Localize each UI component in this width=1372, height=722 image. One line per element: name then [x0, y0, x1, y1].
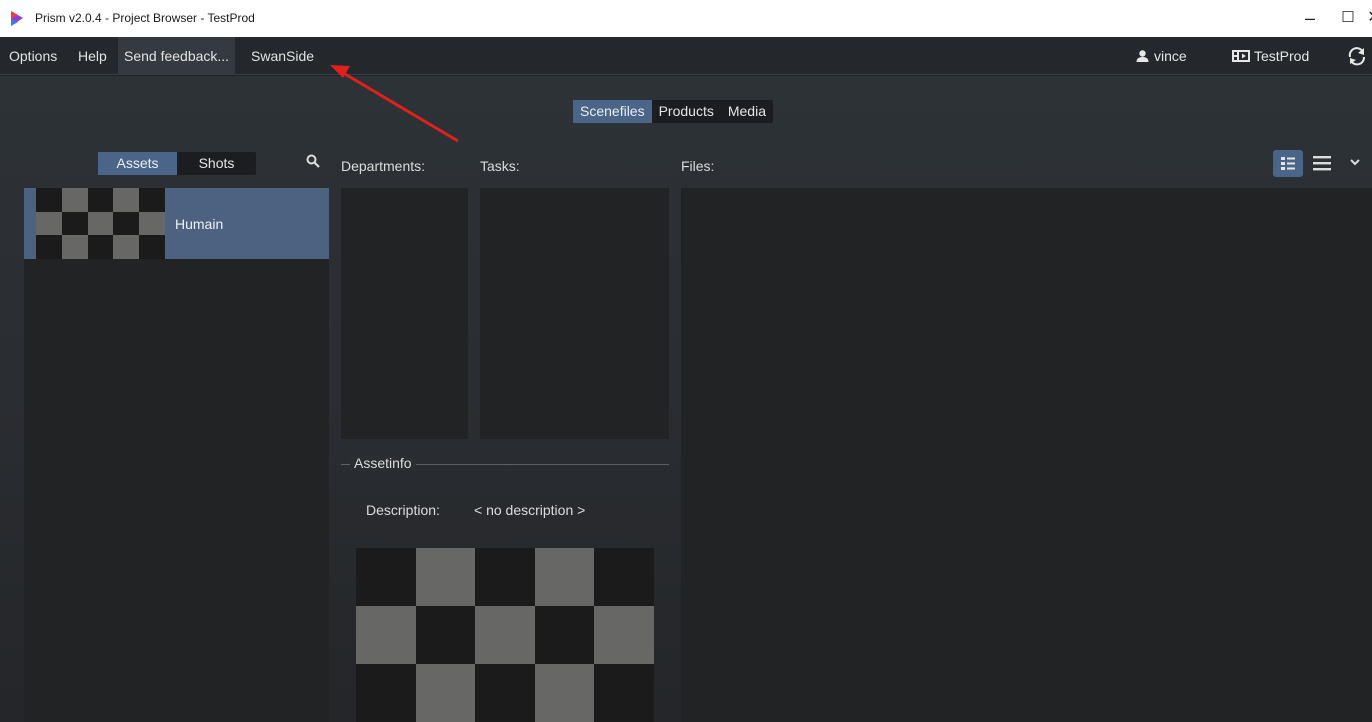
tab-scenefiles[interactable]: Scenefiles [573, 100, 652, 123]
search-icon[interactable] [305, 153, 321, 169]
list-item[interactable]: Humain [24, 188, 329, 259]
detail-view-icon[interactable] [1273, 150, 1303, 177]
description-label: Description: [366, 502, 440, 518]
asset-preview-image [356, 548, 654, 722]
project-browser: Scenefiles Products Media Assets Shots D… [0, 76, 1372, 722]
tasks-header: Tasks: [480, 158, 520, 174]
user-icon [1136, 50, 1149, 62]
prism-logo-icon [11, 11, 23, 26]
window-title: Prism v2.0.4 - Project Browser - TestPro… [35, 11, 255, 25]
tab-shots[interactable]: Shots [177, 152, 256, 175]
departments-list[interactable] [341, 188, 468, 439]
user-button[interactable]: vince [1136, 48, 1187, 64]
tab-media[interactable]: Media [721, 100, 773, 123]
list-view-icon[interactable] [1311, 153, 1333, 173]
assetinfo-title: Assetinfo [350, 455, 416, 471]
menu-help[interactable]: Help [72, 37, 113, 75]
entity-tab-bar: Assets Shots [98, 152, 256, 175]
window-titlebar: Prism v2.0.4 - Project Browser - TestPro… [0, 0, 1372, 37]
tab-products[interactable]: Products [652, 100, 721, 123]
user-name: vince [1154, 48, 1187, 64]
project-icon [1232, 50, 1250, 62]
minimize-button[interactable]: – [1290, 4, 1330, 32]
asset-thumbnail [36, 188, 165, 259]
menu-swanside[interactable]: SwanSide [245, 37, 320, 75]
description-value: < no description > [474, 502, 586, 518]
asset-name: Humain [175, 216, 224, 232]
close-button[interactable]: ✕ [1354, 4, 1372, 32]
files-header: Files: [681, 158, 715, 174]
refresh-icon[interactable] [1346, 45, 1368, 67]
project-name: TestProd [1254, 48, 1310, 64]
tasks-list[interactable] [480, 188, 669, 439]
files-list[interactable] [681, 188, 1372, 722]
tab-assets[interactable]: Assets [98, 152, 177, 175]
project-button[interactable]: TestProd [1232, 48, 1309, 64]
departments-header: Departments: [341, 158, 426, 174]
asset-list[interactable]: Humain [24, 188, 329, 722]
chevron-down-icon[interactable] [1348, 156, 1362, 168]
main-tab-bar: Scenefiles Products Media [573, 100, 773, 123]
menu-options[interactable]: Options [3, 37, 63, 75]
menu-send-feedback[interactable]: Send feedback... [118, 37, 236, 75]
